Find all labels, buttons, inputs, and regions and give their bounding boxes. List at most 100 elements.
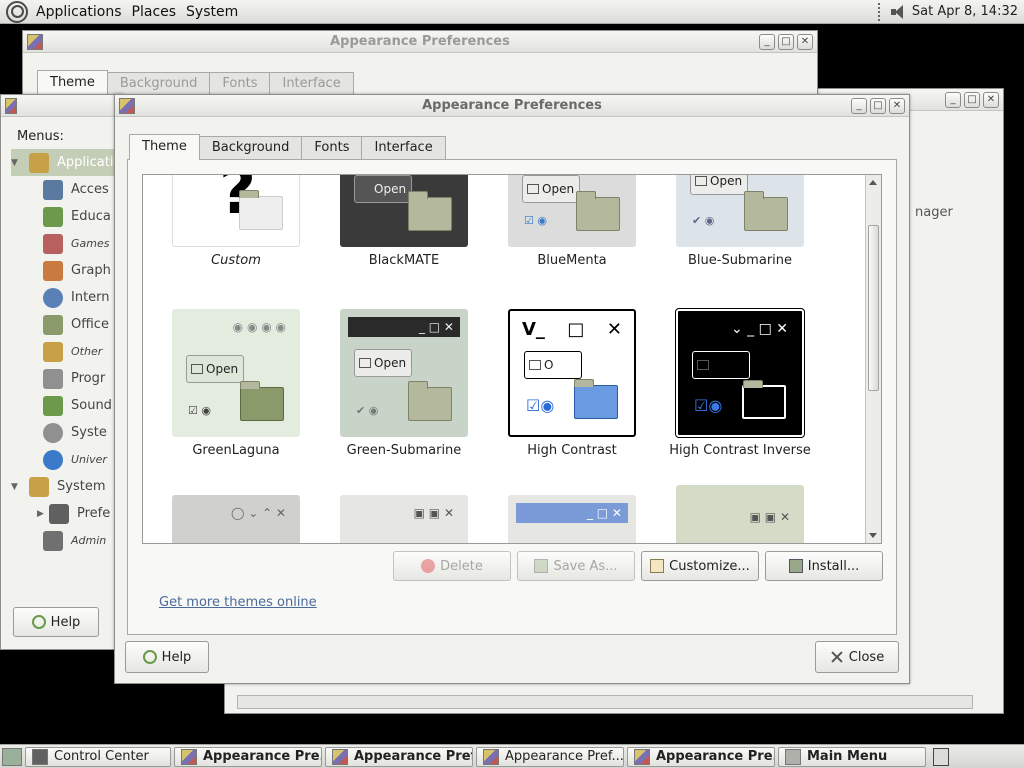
minimize-icon[interactable]: _ [759,33,775,50]
tree-item-preferences[interactable]: ▶ Prefe [11,500,125,527]
other-icon [43,341,63,362]
tree-item-applications[interactable]: ▼ Applicati [11,149,125,176]
task-appearance-1[interactable]: Appearance Pre... [174,746,322,767]
tree-item-sound[interactable]: Sound [11,392,125,419]
theme-label: BlueMenta [537,253,607,268]
save-as-button[interactable]: Save As... [517,551,635,581]
tree-item-administration[interactable]: Admin [11,527,125,554]
task-appearance-3[interactable]: Appearance Pref... [476,746,624,767]
theme-thumbnail: ⌄ _ □ ✕ ☑◉ [675,308,805,438]
install-button[interactable]: Install... [765,551,883,581]
theme-green-submarine[interactable]: _ □ ✕ Open ✔ ◉ Green-Submarine [326,309,482,458]
menu-system[interactable]: System [184,4,246,20]
theme-high-contrast[interactable]: V_ □ ✕ O ☑◉ High Contrast [494,309,650,458]
control-center-window: Menus: ▼ Applicati Acces Educa Games Gra… [0,94,125,650]
tree-item-internet[interactable]: Intern [11,284,125,311]
scroll-up-icon[interactable] [869,180,877,185]
theme-label: BlackMATE [368,253,440,268]
theme-high-contrast-inverse[interactable]: ⌄ _ □ ✕ ☑◉ High Contrast Inverse [662,308,818,458]
clock[interactable]: Sat Apr 8, 14:32 [912,4,1018,19]
mate-logo-icon[interactable] [6,0,28,23]
control-center-titlebar[interactable] [1,95,123,117]
workspace-switcher[interactable] [933,747,949,766]
tree-item-programming[interactable]: Progr [11,365,125,392]
open-button-preview: Open [690,175,748,195]
task-main-menu[interactable]: Main Menu [778,746,926,767]
folder-icon [239,190,283,230]
theme-greenlaguna[interactable]: ◉ ◉ ◉ ◉ Open ☑ ◉ GreenLaguna [158,309,314,458]
task-control-center[interactable]: Control Center [25,746,171,767]
tree-item-education[interactable]: Educa [11,203,125,230]
theme-row3-4[interactable]: ▣ ▣ ✕ [662,485,818,543]
titlebar-preview: _ □ ✕ [516,503,628,523]
main-window-title: Appearance Preferences [422,98,602,113]
theme-bluementa[interactable]: Open ☑ ◉ BlueMenta [494,175,650,268]
theme-blue-submarine[interactable]: Open ✔ ◉ Blue-Submarine [662,175,818,268]
theme-thumbnail: Open ✔ ◉ [676,175,804,247]
tab-background[interactable]: Background [198,136,303,159]
scroll-down-icon[interactable] [869,533,877,538]
maximize-icon[interactable]: □ [870,97,886,114]
control-center-help-button[interactable]: Help [13,607,99,637]
tab-theme[interactable]: Theme [129,134,200,160]
tree-item-office[interactable]: Office [11,311,125,338]
volume-icon[interactable] [890,4,906,20]
close-icon[interactable]: ✕ [797,33,813,50]
maximize-icon[interactable]: □ [778,33,794,50]
back-tab-fonts[interactable]: Fonts [209,72,271,95]
theme-row3-1[interactable]: ◯ ⌄ ⌃ ✕ [158,495,314,543]
back-tab-background[interactable]: Background [106,72,211,95]
theme-custom[interactable]: ? Custom [158,175,314,268]
minimize-icon[interactable]: _ [945,91,961,108]
folder-icon [576,191,620,231]
help-button[interactable]: Help [125,641,209,673]
delete-button[interactable]: Delete [393,551,511,581]
checkbox-preview: ✔ ◉ [356,404,379,417]
menu-places[interactable]: Places [130,4,185,20]
theme-row3-2[interactable]: ▣ ▣ ✕ [326,495,482,543]
back-tab-interface[interactable]: Interface [269,72,354,95]
close-button-label: Close [848,649,885,665]
main-window-titlebar[interactable]: Appearance Preferences _ □ ✕ [115,95,909,117]
close-icon[interactable]: ✕ [889,97,905,114]
tab-interface[interactable]: Interface [361,136,446,159]
get-more-themes-link[interactable]: Get more themes online [159,595,317,610]
task-app-icon [483,748,499,765]
tree-item-system[interactable]: ▼ System [11,473,125,500]
tools-icon [43,530,63,551]
theme-row3-3[interactable]: _ □ ✕ [494,495,650,543]
install-button-label: Install... [807,558,860,574]
menus-tree: ▼ Applicati Acces Educa Games Graph Inte… [11,149,125,554]
theme-blackmate[interactable]: Open BlackMATE [326,175,482,268]
task-label: Main Menu [807,749,888,764]
help-icon [142,650,157,664]
close-icon[interactable]: ✕ [983,91,999,108]
task-appearance-4[interactable]: Appearance Pre... [627,746,775,767]
maximize-icon[interactable]: □ [964,91,980,108]
task-app-icon [181,748,197,765]
tree-item-games[interactable]: Games [11,230,125,257]
tree-item-accessories[interactable]: Acces [11,176,125,203]
theme-list-scrollbar[interactable] [865,175,881,543]
customize-button[interactable]: Customize... [641,551,759,581]
tree-item-other[interactable]: Other [11,338,125,365]
tree-item-system-tools[interactable]: Syste [11,419,125,446]
tree-item-universal-access[interactable]: Univer [11,446,125,473]
right-window-partial-text: nager [915,205,953,220]
back-window-titlebar[interactable]: Appearance Preferences _ □ ✕ [23,31,817,53]
menu-applications[interactable]: Applications [34,4,130,20]
minimize-icon[interactable]: _ [851,97,867,114]
folder-icon [742,380,786,419]
tab-fonts[interactable]: Fonts [301,136,363,159]
tree-item-graphics[interactable]: Graph [11,257,125,284]
titlebar-preview: ⌄ _ □ ✕ [730,321,788,337]
close-button[interactable]: Close [815,641,899,673]
back-tab-theme[interactable]: Theme [37,70,108,96]
show-desktop-icon[interactable] [2,747,22,766]
open-button-preview: Open [354,175,412,203]
scrollbar-thumb[interactable] [868,225,879,391]
task-appearance-2[interactable]: Appearance Pref... [325,746,473,767]
theme-list[interactable]: ? Custom Open BlackMATE Open ☑ ◉ BlueMen… [142,174,882,544]
right-window-hscrollbar[interactable] [237,695,973,709]
tree-item-label: Admin [71,534,107,547]
